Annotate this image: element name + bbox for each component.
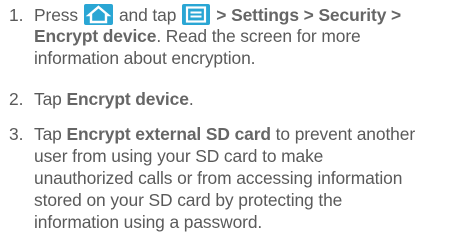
instruction-document: 1. Press and tap > Settings > Security > E… bbox=[0, 0, 473, 243]
menu-icon bbox=[182, 3, 211, 25]
step-1-line-2: Encrypt device. Read the screen for more bbox=[34, 25, 361, 47]
security-label: Security bbox=[318, 5, 387, 25]
step-1-line-1: Press and tap > Settings > Security > bbox=[34, 3, 402, 27]
step-3-line-2: user from using your SD card to make bbox=[34, 145, 323, 167]
step-3-line-1: Tap Encrypt external SD card to prevent … bbox=[34, 123, 415, 145]
settings-label: Settings bbox=[231, 5, 299, 25]
step-1-text: . Read the screen for more bbox=[156, 26, 361, 46]
step-3-text: stored on your SD card by protecting the bbox=[34, 190, 343, 210]
step-3-line-4: stored on your SD card by protecting the bbox=[34, 189, 342, 211]
encrypt-device-label: Encrypt device bbox=[66, 89, 189, 109]
path-separator: > bbox=[303, 5, 314, 25]
tap-text: Tap bbox=[34, 124, 62, 144]
step-1-text: information about encryption. bbox=[34, 48, 256, 68]
step-number: 1. bbox=[9, 5, 24, 25]
step-3-text: user from using your SD card to make bbox=[34, 146, 324, 166]
step-3-line-5: information using a password. bbox=[34, 211, 262, 233]
encrypt-device-label: Encrypt device bbox=[34, 26, 157, 46]
step-1-line-3: information about encryption. bbox=[34, 47, 255, 69]
path-separator: > bbox=[216, 5, 227, 25]
period-text: . bbox=[188, 89, 194, 109]
step-3-text: to prevent another bbox=[275, 124, 416, 144]
encrypt-sd-card-label: Encrypt external SD card bbox=[66, 124, 271, 144]
home-icon bbox=[83, 3, 113, 25]
path-separator: > bbox=[391, 5, 402, 25]
step-3-text: information using a password. bbox=[34, 212, 263, 232]
step-number: 2. bbox=[9, 89, 24, 109]
tap-text: Tap bbox=[34, 89, 62, 109]
step-number: 3. bbox=[9, 124, 24, 144]
step-3-line-3: unauthorized calls or from accessing inf… bbox=[34, 167, 402, 189]
step-2-line-1: Tap Encrypt device. bbox=[34, 88, 194, 110]
and-tap-text: and tap bbox=[118, 5, 177, 25]
press-text: Press bbox=[34, 5, 78, 25]
step-3-text: unauthorized calls or from accessing inf… bbox=[34, 168, 403, 188]
